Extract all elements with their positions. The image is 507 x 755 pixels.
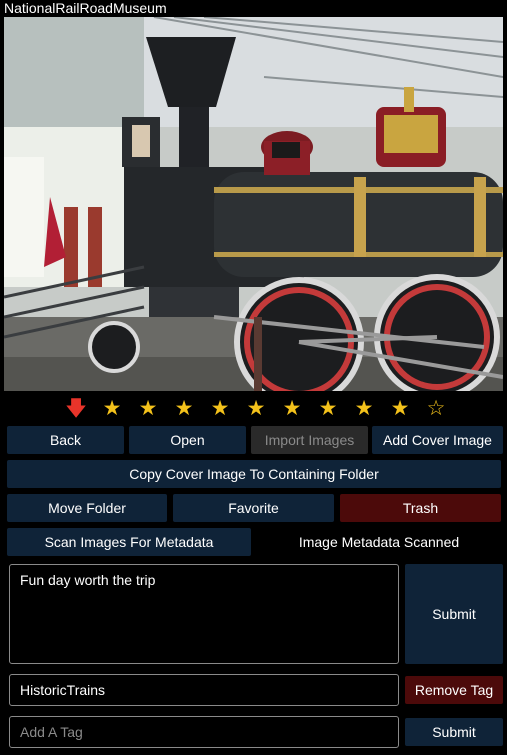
submit-tag-button[interactable]: Submit xyxy=(405,718,503,746)
star-icon-filled[interactable]: ★ xyxy=(130,396,166,420)
favorite-button[interactable]: Favorite xyxy=(173,494,334,522)
scan-metadata-button[interactable]: Scan Images For Metadata xyxy=(7,528,251,556)
star-icon-filled[interactable]: ★ xyxy=(166,396,202,420)
tag-field[interactable] xyxy=(9,674,399,706)
back-button[interactable]: Back xyxy=(7,426,124,454)
remove-tag-button[interactable]: Remove Tag xyxy=(405,676,503,704)
open-button[interactable]: Open xyxy=(129,426,246,454)
star-icon-filled[interactable]: ★ xyxy=(202,396,238,420)
submit-note-button[interactable]: Submit xyxy=(405,564,503,664)
move-folder-button[interactable]: Move Folder xyxy=(7,494,167,522)
star-icon-filled[interactable]: ★ xyxy=(382,396,418,420)
cover-image xyxy=(4,17,503,391)
trash-button[interactable]: Trash xyxy=(340,494,501,522)
copy-cover-image-button[interactable]: Copy Cover Image To Containing Folder xyxy=(7,460,501,488)
star-icon-filled[interactable]: ★ xyxy=(274,396,310,420)
star-icon-filled[interactable]: ★ xyxy=(310,396,346,420)
star-rating[interactable]: 🡇 ★ ★ ★ ★ ★ ★ ★ ★ ★ ☆ xyxy=(58,396,454,420)
star-icon-filled[interactable]: ★ xyxy=(238,396,274,420)
import-images-button[interactable]: Import Images xyxy=(251,426,368,454)
metadata-status-label: Image Metadata Scanned xyxy=(298,534,460,550)
add-tag-input[interactable] xyxy=(9,716,399,748)
star-icon-filled[interactable]: ★ xyxy=(94,396,130,420)
star-icon-filled[interactable]: ★ xyxy=(346,396,382,420)
down-arrow-icon[interactable]: 🡇 xyxy=(58,396,94,420)
window-title: NationalRailRoadMuseum xyxy=(4,0,167,16)
add-cover-image-button[interactable]: Add Cover Image xyxy=(372,426,503,454)
note-textarea[interactable] xyxy=(9,564,399,664)
star-icon-empty[interactable]: ☆ xyxy=(418,396,454,420)
